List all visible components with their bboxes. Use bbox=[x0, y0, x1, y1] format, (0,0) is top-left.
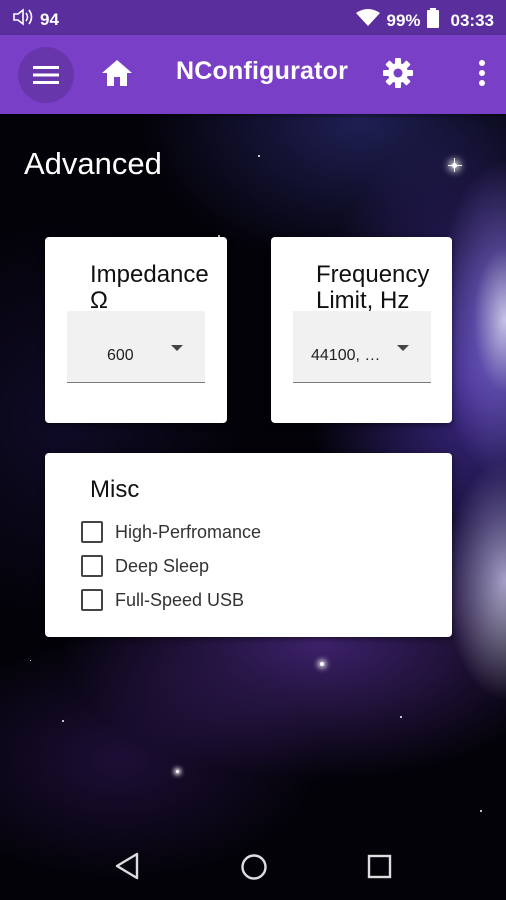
battery-icon bbox=[426, 8, 439, 33]
home-circle-icon[interactable] bbox=[240, 853, 268, 886]
impedance-title: Impedance Ω bbox=[90, 261, 209, 314]
impedance-card: Impedance Ω 600 bbox=[45, 237, 227, 423]
option-label: Full-Speed USB bbox=[115, 589, 245, 610]
star bbox=[480, 810, 482, 812]
frequency-card: Frequency Limit, Hz 44100, … bbox=[271, 237, 452, 423]
impedance-value: 600 bbox=[107, 347, 134, 364]
system-nav-bar bbox=[0, 830, 506, 900]
option-label: High-Perfromance bbox=[115, 521, 262, 542]
more-vertical-icon[interactable] bbox=[478, 59, 486, 92]
volume-icon bbox=[12, 8, 34, 31]
wifi-icon bbox=[356, 9, 381, 32]
option-label: Deep Sleep bbox=[115, 555, 210, 576]
frequency-value: 44100, … bbox=[311, 347, 381, 364]
frequency-select[interactable]: 44100, … bbox=[293, 311, 431, 383]
page-heading: Advanced bbox=[24, 146, 162, 181]
space-background bbox=[0, 0, 506, 900]
star bbox=[448, 165, 462, 166]
frequency-title: Frequency Limit, Hz bbox=[316, 261, 430, 314]
high-performance-checkbox[interactable] bbox=[81, 521, 103, 543]
home-icon[interactable] bbox=[101, 59, 133, 92]
app-bar: NConfigurator bbox=[0, 35, 506, 114]
status-bar: 94 99% 03:33 bbox=[0, 0, 506, 35]
full-speed-usb-option[interactable]: Full-Speed USB bbox=[81, 589, 244, 611]
high-performance-option[interactable]: High-Perfromance bbox=[81, 521, 261, 543]
gear-icon[interactable] bbox=[382, 57, 414, 94]
star bbox=[400, 716, 402, 718]
hamburger-menu-icon[interactable] bbox=[18, 47, 74, 103]
star bbox=[62, 720, 64, 722]
impedance-select[interactable]: 600 bbox=[67, 311, 205, 383]
dropdown-arrow-icon bbox=[397, 345, 409, 351]
dropdown-arrow-icon bbox=[171, 345, 183, 351]
battery-percent: 99% bbox=[386, 10, 421, 30]
volume-level: 94 bbox=[40, 9, 59, 29]
misc-title: Misc bbox=[90, 476, 140, 503]
clock: 03:33 bbox=[450, 10, 494, 30]
misc-card: Misc High-Perfromance Deep Sleep Full-Sp… bbox=[45, 453, 452, 637]
star bbox=[454, 158, 455, 172]
recents-square-icon[interactable] bbox=[367, 854, 393, 885]
star bbox=[320, 662, 324, 666]
app-title: NConfigurator bbox=[176, 57, 349, 85]
full-speed-usb-checkbox[interactable] bbox=[81, 589, 103, 611]
star bbox=[176, 770, 179, 773]
star bbox=[30, 660, 31, 661]
deep-sleep-checkbox[interactable] bbox=[81, 555, 103, 577]
back-triangle-icon[interactable] bbox=[114, 852, 140, 885]
deep-sleep-option[interactable]: Deep Sleep bbox=[81, 555, 209, 577]
star bbox=[258, 155, 260, 157]
